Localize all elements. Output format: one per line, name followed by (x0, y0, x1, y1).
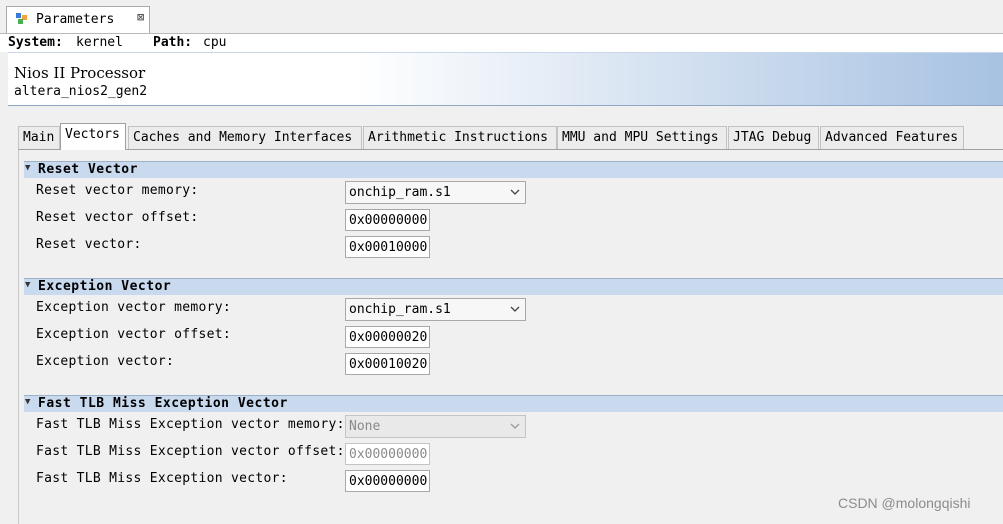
reset-offset-field[interactable]: 0x00000000 (345, 209, 430, 231)
exception-memory-value: onchip_ram.s1 (349, 302, 451, 317)
reset-vector-label: Reset vector: (36, 237, 142, 252)
reset-vector-section-header[interactable]: ▼ Reset Vector (24, 161, 1003, 178)
close-icon[interactable]: ⊠ (137, 10, 144, 24)
view-tab-strip: Parameters ⊠ (0, 0, 1003, 34)
exception-offset-field[interactable]: 0x00000020 (345, 326, 430, 348)
section-title: Exception Vector (38, 279, 172, 294)
collapse-triangle-icon[interactable]: ▼ (25, 397, 30, 407)
reset-memory-label: Reset vector memory: (36, 183, 199, 198)
component-title: Nios II Processor (14, 64, 146, 82)
tab-main[interactable]: Main (18, 126, 60, 149)
tlb-offset-field: 0x00000000 (345, 443, 430, 465)
chevron-down-icon (510, 423, 520, 429)
component-header: Nios II Processor altera_nios2_gen2 (8, 52, 1003, 106)
system-path-bar: System: kernel Path: cpu (0, 34, 1003, 52)
tlb-vector-section-header[interactable]: ▼ Fast TLB Miss Exception Vector (24, 395, 1003, 412)
tab-arithmetic[interactable]: Arithmetic Instructions (363, 126, 557, 149)
tab-caches-memory[interactable]: Caches and Memory Interfaces (128, 126, 362, 149)
exception-vector-section-header[interactable]: ▼ Exception Vector (24, 278, 1003, 295)
tlb-memory-select: None (345, 415, 526, 438)
path-label: Path: (153, 35, 193, 50)
reset-offset-label: Reset vector offset: (36, 210, 199, 225)
tlb-memory-value: None (349, 419, 381, 434)
exception-vector-label: Exception vector: (36, 354, 175, 369)
chevron-down-icon (510, 189, 520, 195)
system-value: kernel (76, 35, 123, 50)
reset-memory-select[interactable]: onchip_ram.s1 (345, 181, 526, 204)
tlb-vector-field[interactable]: 0x00000000 (345, 470, 430, 492)
parameters-tab-title: Parameters (36, 12, 115, 27)
tab-advanced[interactable]: Advanced Features (820, 126, 964, 149)
parameters-tab[interactable]: Parameters ⊠ (6, 6, 150, 33)
tlb-memory-label: Fast TLB Miss Exception vector memory: (36, 417, 345, 432)
collapse-triangle-icon[interactable]: ▼ (25, 163, 30, 173)
section-title: Fast TLB Miss Exception Vector (38, 396, 288, 411)
tlb-offset-label: Fast TLB Miss Exception vector offset: (36, 444, 345, 459)
reset-vector-field[interactable]: 0x00010000 (345, 236, 430, 258)
path-value: cpu (203, 35, 227, 50)
tlb-vector-label: Fast TLB Miss Exception vector: (36, 471, 288, 486)
tab-jtag-debug[interactable]: JTAG Debug (728, 126, 819, 149)
section-title: Reset Vector (38, 162, 138, 177)
tab-vectors[interactable]: Vectors (60, 123, 126, 150)
tab-mmu-mpu[interactable]: MMU and MPU Settings (557, 126, 727, 149)
system-label: System: (8, 35, 63, 50)
exception-vector-field[interactable]: 0x00010020 (345, 353, 430, 375)
collapse-triangle-icon[interactable]: ▼ (25, 280, 30, 290)
parameters-icon (16, 13, 27, 24)
reset-memory-value: onchip_ram.s1 (349, 185, 451, 200)
exception-memory-label: Exception vector memory: (36, 300, 232, 315)
exception-offset-label: Exception vector offset: (36, 327, 232, 342)
chevron-down-icon (510, 306, 520, 312)
watermark: CSDN @molongqishi (838, 495, 971, 511)
component-subtitle: altera_nios2_gen2 (14, 84, 148, 99)
exception-memory-select[interactable]: onchip_ram.s1 (345, 298, 526, 321)
